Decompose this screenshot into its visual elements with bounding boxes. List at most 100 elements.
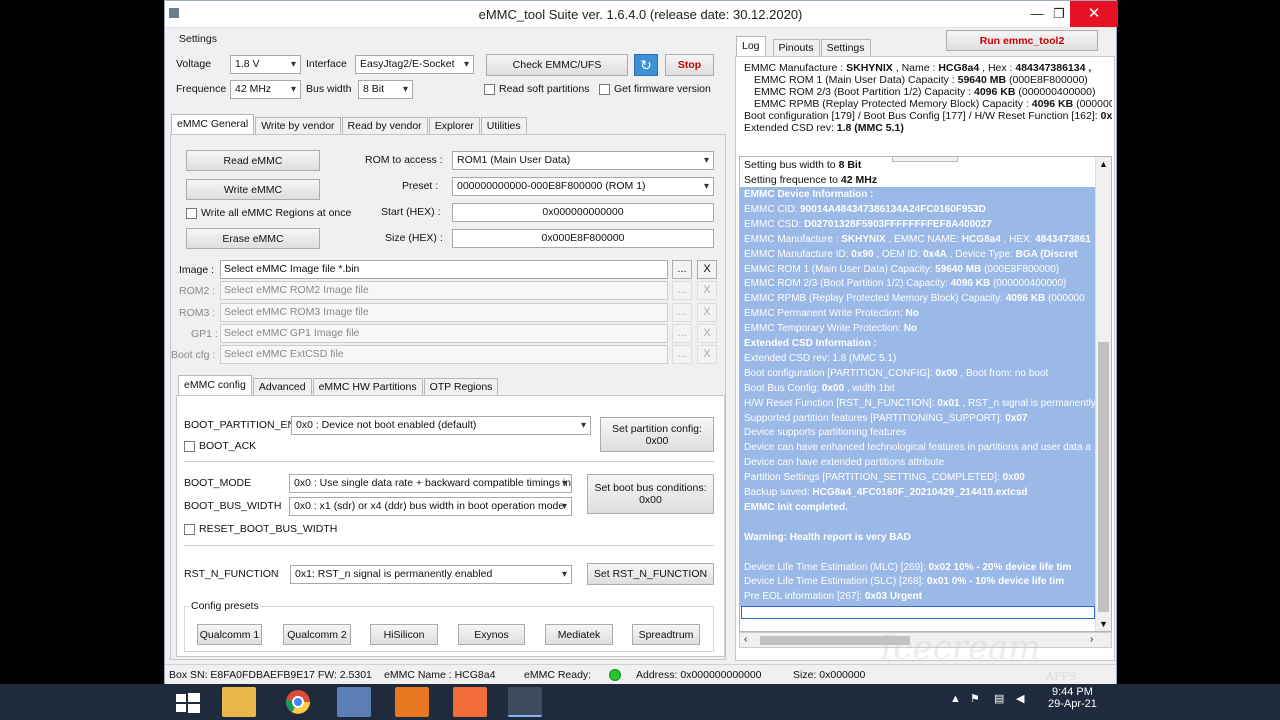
rst-function-select[interactable]: 0x1: RST_n signal is permanently enabled <box>290 565 572 584</box>
preset-mediatek-button[interactable]: Mediatek <box>545 624 613 645</box>
boot-mode-label: BOOT_MODE <box>184 477 252 489</box>
stop-button[interactable]: Stop <box>665 54 714 76</box>
voltage-select[interactable]: 1.8 V <box>230 55 301 74</box>
gp1-browse-button[interactable]: ... <box>672 324 692 343</box>
scroll-down-icon[interactable]: ▼ <box>1099 619 1108 629</box>
title-bar[interactable]: eMMC_tool Suite ver. 1.6.4.0 (release da… <box>165 1 1118 28</box>
gp1-clear-button[interactable]: X <box>697 324 717 343</box>
voltage-label: Voltage <box>176 58 212 70</box>
tab-emmc-config[interactable]: eMMC config <box>178 375 252 395</box>
close-button[interactable]: ✕ <box>1070 1 1118 27</box>
log-line: H/W Reset Function [RST_N_FUNCTION]: 0x0… <box>744 397 1096 409</box>
log-vertical-scrollbar[interactable]: ▲ ▼ <box>1095 157 1111 631</box>
read-soft-partitions-checkbox[interactable]: Read soft partitions <box>484 83 589 95</box>
tab-utilities[interactable]: Utilities <box>480 117 527 134</box>
rom-access-label: ROM to access : <box>365 154 443 166</box>
rom3-label: ROM3 : <box>179 307 216 319</box>
image-clear-button[interactable]: X <box>697 260 717 279</box>
log-line: Supported partition features [PARTITIONI… <box>744 412 1028 424</box>
write-emmc-button[interactable]: Write eMMC <box>186 179 320 200</box>
tab-emmc-general[interactable]: eMMC General <box>171 114 255 134</box>
set-rst-function-button[interactable]: Set RST_N_FUNCTION <box>587 563 714 585</box>
tab-settings[interactable]: Settings <box>820 39 871 56</box>
get-firmware-version-checkbox[interactable]: Get firmware version <box>599 83 711 95</box>
boot-cfg-browse-button[interactable]: ... <box>672 345 692 364</box>
app-icon-3[interactable] <box>337 687 371 717</box>
refresh-icon[interactable]: ↻ <box>634 54 658 76</box>
boot-partition-select[interactable]: 0x0 : Device not boot enabled (default) <box>291 416 591 435</box>
tab-otp-regions[interactable]: OTP Regions <box>423 378 499 395</box>
log-line: Boot Bus Config: 0x00 , width 1bit <box>744 382 895 394</box>
boot-bus-width-select[interactable]: 0x0 : x1 (sdr) or x4 (ddr) bus width in … <box>289 497 572 516</box>
icecream-recorder-icon[interactable] <box>395 687 429 717</box>
tray-volume-icon[interactable]: ◀ <box>1016 692 1024 705</box>
scroll-right-icon[interactable]: › <box>1090 634 1093 645</box>
tab-read-by-vendor[interactable]: Read by vendor <box>341 117 428 134</box>
boot-cfg-clear-button[interactable]: X <box>697 345 717 364</box>
log-output[interactable]: Setting bus width to 8 Bit Setting freque… <box>739 156 1112 632</box>
size-status: Size: 0x000000 <box>793 669 866 681</box>
set-partition-config-button[interactable]: Set partition config: 0x00 <box>600 417 714 452</box>
log-line: Device supports partitioning features <box>744 427 907 439</box>
preset-select[interactable]: 000000000000-000E8F800000 (ROM 1) <box>452 177 714 196</box>
interface-select[interactable]: EasyJtag2/E-Socket <box>355 55 474 74</box>
info-line: Extended CSD rev: 1.8 (MMC 5.1) <box>744 122 904 134</box>
size-hex-field[interactable]: 0x000E8F800000 <box>452 229 714 248</box>
rom2-file-field[interactable]: Select eMMC ROM2 Image file <box>220 281 668 300</box>
rom-access-select[interactable]: ROM1 (Main User Data) <box>452 151 714 170</box>
log-line: Extended CSD Information : <box>744 338 877 349</box>
reset-boot-bus-width-checkbox[interactable]: RESET_BOOT_BUS_WIDTH <box>184 523 337 535</box>
image-label: Image : <box>179 264 215 276</box>
read-emmc-button[interactable]: Read eMMC <box>186 150 320 171</box>
chrome-icon[interactable] <box>281 687 315 717</box>
run-emmc-tool2-button[interactable]: Run emmc_tool2 <box>946 30 1098 51</box>
tray-flag-icon[interactable]: ⚑ <box>970 692 980 705</box>
camera-app-icon[interactable] <box>453 687 487 717</box>
preset-qualcomm2-button[interactable]: Qualcomm 2 <box>283 624 351 645</box>
boot-cfg-file-field[interactable]: Select eMMC ExtCSD file <box>220 345 668 364</box>
tray-arrow-icon[interactable]: ▲ <box>950 693 961 705</box>
log-line: EMMC ROM 2/3 (Boot Partition 1/2) Capaci… <box>744 278 1067 290</box>
check-emmc-button[interactable]: Check EMMC/UFS <box>486 54 628 76</box>
preset-qualcomm1-button[interactable]: Qualcomm 1 <box>197 624 262 645</box>
start-hex-field[interactable]: 0x000000000000 <box>452 203 714 222</box>
box-sn-status: Box SN: E8FA0FDBAEFB9E17 FW: 2.5301 <box>169 669 372 681</box>
start-windows-icon[interactable] <box>170 687 204 717</box>
rom2-browse-button[interactable]: ... <box>672 281 692 300</box>
gp1-file-field[interactable]: Select eMMC GP1 Image file <box>220 324 668 343</box>
tab-log[interactable]: Log <box>736 36 766 56</box>
settings-label: Settings <box>179 33 217 45</box>
tab-pinouts[interactable]: Pinouts <box>772 39 820 56</box>
log-scroll-thumb[interactable] <box>1098 342 1109 612</box>
erase-emmc-button[interactable]: Erase eMMC <box>186 228 320 249</box>
preset-hisilicon-button[interactable]: HiSilicon <box>370 624 438 645</box>
info-line: EMMC ROM 2/3 (Boot Partition 1/2) Capaci… <box>754 86 1096 98</box>
boot-ack-checkbox[interactable]: BOOT_ACK <box>184 440 256 452</box>
preset-spreadtrum-button[interactable]: Spreadtrum <box>632 624 700 645</box>
tab-advanced[interactable]: Advanced <box>252 378 312 395</box>
rom3-file-field[interactable]: Select eMMC ROM3 Image file <box>220 303 668 322</box>
tray-network-icon[interactable]: ▤ <box>994 692 1004 705</box>
image-file-field[interactable]: Select eMMC Image file *.bin <box>220 260 668 279</box>
write-all-regions-checkbox[interactable]: Write all eMMC Regions at once <box>186 207 351 219</box>
emmc-tool-taskbar-icon[interactable] <box>508 687 542 717</box>
image-browse-button[interactable]: ... <box>672 260 692 279</box>
frequence-select[interactable]: 42 MHz <box>230 80 301 99</box>
tab-explorer[interactable]: Explorer <box>428 117 480 134</box>
config-tabs: eMMC config Advanced eMMC HW Partitions … <box>178 375 499 395</box>
rom2-clear-button[interactable]: X <box>697 281 717 300</box>
scroll-up-icon[interactable]: ▲ <box>1099 159 1108 169</box>
scroll-left-icon[interactable]: ‹ <box>744 634 747 645</box>
rom3-clear-button[interactable]: X <box>697 303 717 322</box>
log-line: Boot configuration [PARTITION_CONFIG]: 0… <box>744 367 1049 379</box>
rom3-browse-button[interactable]: ... <box>672 303 692 322</box>
set-boot-bus-button[interactable]: Set boot bus conditions: 0x00 <box>587 474 714 514</box>
ready-indicator-icon <box>609 669 621 681</box>
buswidth-select[interactable]: 8 Bit <box>358 80 413 99</box>
tab-write-by-vendor[interactable]: Write by vendor <box>255 117 341 134</box>
file-explorer-icon[interactable] <box>222 687 256 717</box>
preset-exynos-button[interactable]: Exynos <box>458 624 525 645</box>
boot-mode-select[interactable]: 0x0 : Use single data rate + backward co… <box>289 474 572 493</box>
tab-emmc-hw-partitions[interactable]: eMMC HW Partitions <box>312 378 423 395</box>
tray-clock[interactable]: 9:44 PM 29-Apr-21 <box>1048 686 1097 710</box>
